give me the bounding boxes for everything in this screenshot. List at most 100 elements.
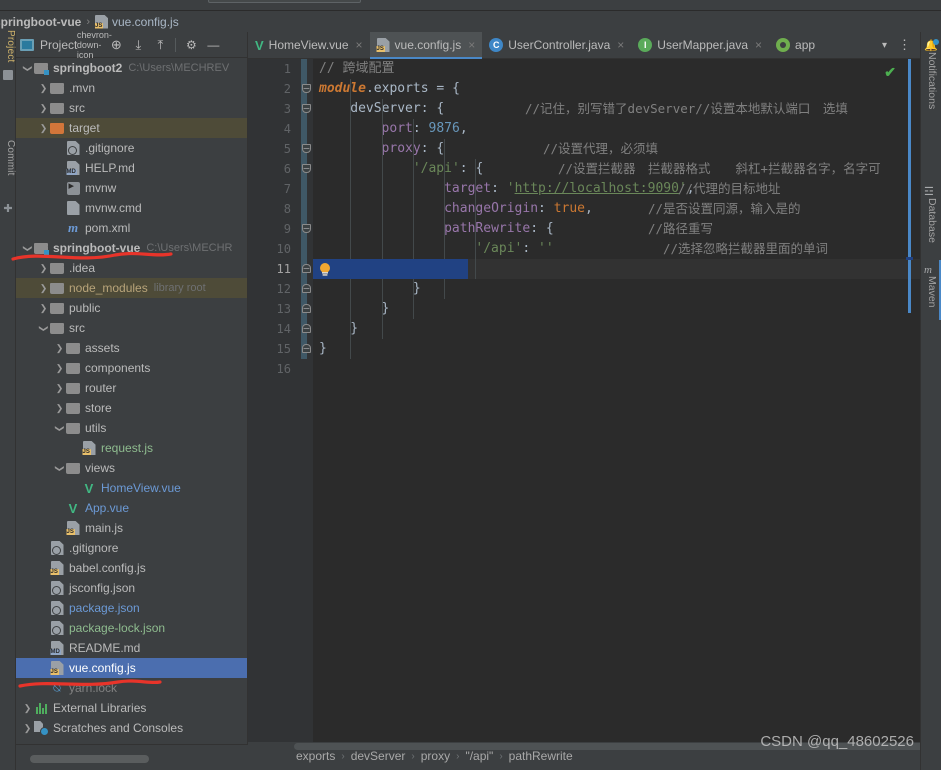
close-icon[interactable]: ×	[755, 38, 762, 52]
analysis-ok-check-icon[interactable]: ✔	[884, 64, 896, 81]
chevron-right-icon[interactable]: ❯	[54, 383, 65, 394]
close-icon[interactable]: ×	[356, 38, 363, 52]
fold-marker-icon[interactable]: ─	[302, 304, 311, 313]
tree-item-public[interactable]: ❯ public	[16, 298, 247, 318]
code-line[interactable]: '/api': {	[313, 159, 920, 179]
tree-item-request-js[interactable]: JS request.js	[16, 438, 247, 458]
fold-marker-icon[interactable]: ─	[302, 84, 311, 93]
fold-marker-icon[interactable]: ─	[302, 164, 311, 173]
chevron-right-icon[interactable]: ❯	[38, 283, 49, 294]
project-tree[interactable]: ❯ springboot2 C:\Users\MECHREV ❯ .mvn ❯ src ❯ ta…	[16, 58, 247, 744]
code-text[interactable]: // 跨域配置 module.exports = {devServer: {por…	[313, 59, 920, 742]
code-line[interactable]: target: 'http://localhost:9090',	[313, 179, 920, 199]
code-line[interactable]: proxy: {	[313, 139, 920, 159]
editor-tab-app[interactable]: app	[769, 32, 822, 58]
editor-tab-homeview-vue[interactable]: V HomeView.vue ×	[248, 32, 370, 58]
chevron-down-icon[interactable]: chevron-down-icon	[77, 30, 112, 60]
structure-icon[interactable]	[3, 70, 13, 80]
tree-item-node-modules[interactable]: ❯ node_modules library root	[16, 278, 247, 298]
tree-item-views[interactable]: ❯ views	[16, 458, 247, 478]
fold-marker-icon[interactable]: ─	[302, 224, 311, 233]
chevron-right-icon[interactable]: ❯	[38, 263, 49, 274]
code-line[interactable]: }	[313, 299, 920, 319]
code-line[interactable]: port: 9876,	[313, 119, 920, 139]
fold-marker-icon[interactable]: ─	[302, 344, 311, 353]
chevron-right-icon[interactable]: ❯	[38, 123, 49, 134]
horizontal-scrollbar[interactable]	[30, 755, 149, 763]
close-icon[interactable]: ×	[468, 38, 475, 52]
maven-icon[interactable]: m	[924, 260, 938, 276]
chevron-right-icon[interactable]: ❯	[22, 723, 33, 734]
code-line[interactable]: }	[313, 339, 920, 359]
chevron-down-icon[interactable]: ❯	[22, 243, 33, 254]
code-line[interactable]: changeOrigin: true,	[313, 199, 920, 219]
code-folding-gutter[interactable]: ─ ─ ─ ─ ─ ─ ─ ─ ─ ─	[300, 59, 313, 742]
tree-item-scratches-and-consoles[interactable]: ❯ Scratches and Consoles	[16, 718, 247, 738]
tree-item-target[interactable]: ❯ target	[16, 118, 247, 138]
chevron-right-icon[interactable]: ❯	[22, 703, 33, 714]
tree-item-mvnw-cmd[interactable]: mvnw.cmd	[16, 198, 247, 218]
code-line[interactable]: pathRewrite: {	[313, 219, 920, 239]
editor-tab-usercontroller-java[interactable]: C UserController.java ×	[482, 32, 631, 58]
tree-item-pom-xml[interactable]: m pom.xml	[16, 218, 247, 238]
database-icon[interactable]: ☲	[924, 182, 938, 198]
chevron-down-icon[interactable]: ❯	[54, 463, 65, 474]
sidebar-tab-maven[interactable]: Maven	[922, 276, 938, 308]
breadcrumb-item-pathrewrite[interactable]: pathRewrite	[509, 749, 573, 763]
sidebar-tab-project[interactable]: Project	[0, 30, 16, 63]
chevron-down-icon[interactable]: ▾	[878, 40, 891, 51]
chevron-right-icon[interactable]: ❯	[38, 303, 49, 314]
breadcrumb-file[interactable]: JS vue.config.js	[95, 14, 179, 29]
sidebar-tab-database[interactable]: Database	[922, 198, 938, 243]
tree-item-assets[interactable]: ❯ assets	[16, 338, 247, 358]
fold-marker-icon[interactable]: ─	[302, 324, 311, 333]
chevron-down-icon[interactable]: ❯	[54, 423, 65, 434]
breadcrumb-project[interactable]: springboot-vue	[0, 15, 81, 29]
code-line[interactable]: '/api': ''	[313, 239, 920, 259]
tree-item-springboot2[interactable]: ❯ springboot2 C:\Users\MECHREV	[16, 58, 247, 78]
chevron-right-icon[interactable]: ❯	[38, 83, 49, 94]
intention-bulb-icon[interactable]	[318, 262, 332, 277]
expand-all-icon[interactable]: ⤓	[129, 36, 147, 54]
sidebar-tab-notifications[interactable]: Notifications	[922, 52, 938, 109]
tree-item-external-libraries[interactable]: ❯ External Libraries	[16, 698, 247, 718]
tree-item-readme-md[interactable]: MD README.md	[16, 638, 247, 658]
fold-marker-icon[interactable]: ─	[302, 264, 311, 273]
editor-tab-bar[interactable]: V HomeView.vue × JS vue.config.js × C UserContr…	[248, 32, 920, 59]
collapse-all-icon[interactable]: ⤒	[151, 36, 169, 54]
tree-item-utils[interactable]: ❯ utils	[16, 418, 247, 438]
commit-icon[interactable]: ✚	[3, 204, 13, 215]
tree-item-src[interactable]: ❯ src	[16, 318, 247, 338]
select-opened-file-icon[interactable]: ⊕	[107, 36, 125, 54]
tree-item-main-js[interactable]: JS main.js	[16, 518, 247, 538]
code-line[interactable]: // 跨域配置	[313, 59, 920, 79]
editor-tab-vue-config-js[interactable]: JS vue.config.js ×	[369, 32, 483, 59]
chevron-right-icon[interactable]: ❯	[54, 343, 65, 354]
tree-item-homeview-vue[interactable]: V HomeView.vue	[16, 478, 247, 498]
tree-item-components[interactable]: ❯ components	[16, 358, 247, 378]
tree-item-help-md[interactable]: MD HELP.md	[16, 158, 247, 178]
tree-item-babel-config-js[interactable]: JS babel.config.js	[16, 558, 247, 578]
tree-item-springboot-vue[interactable]: ❯ springboot-vue C:\Users\MECHR	[16, 238, 247, 258]
chevron-right-icon[interactable]: ❯	[54, 403, 65, 414]
chevron-right-icon[interactable]: ❯	[54, 363, 65, 374]
fold-marker-icon[interactable]: ─	[302, 284, 311, 293]
tree-item--gitignore[interactable]: .gitignore	[16, 138, 247, 158]
breadcrumb-item-api[interactable]: "/api"	[465, 749, 493, 763]
kebab-menu-icon[interactable]: ⋮	[893, 37, 916, 53]
editor-tab-usermapper-java[interactable]: I UserMapper.java ×	[631, 32, 769, 58]
tree-item-src[interactable]: ❯ src	[16, 98, 247, 118]
settings-gear-icon[interactable]: ⚙	[182, 36, 200, 54]
fold-marker-icon[interactable]: ─	[302, 104, 311, 113]
tree-item-jsconfig-json[interactable]: jsconfig.json	[16, 578, 247, 598]
tree-item-router[interactable]: ❯ router	[16, 378, 247, 398]
hide-panel-icon[interactable]: —	[204, 36, 222, 54]
bell-icon[interactable]: 🔔	[924, 36, 939, 52]
tree-item-mvnw[interactable]: mvnw	[16, 178, 247, 198]
code-line[interactable]	[313, 359, 920, 379]
tree-item-app-vue[interactable]: V App.vue	[16, 498, 247, 518]
code-line[interactable]: }	[313, 279, 920, 299]
tree-item-vue-config-js[interactable]: JS vue.config.js	[16, 658, 247, 678]
chevron-down-icon[interactable]: ❯	[22, 63, 33, 74]
breadcrumb-item-exports[interactable]: exports	[296, 749, 335, 763]
